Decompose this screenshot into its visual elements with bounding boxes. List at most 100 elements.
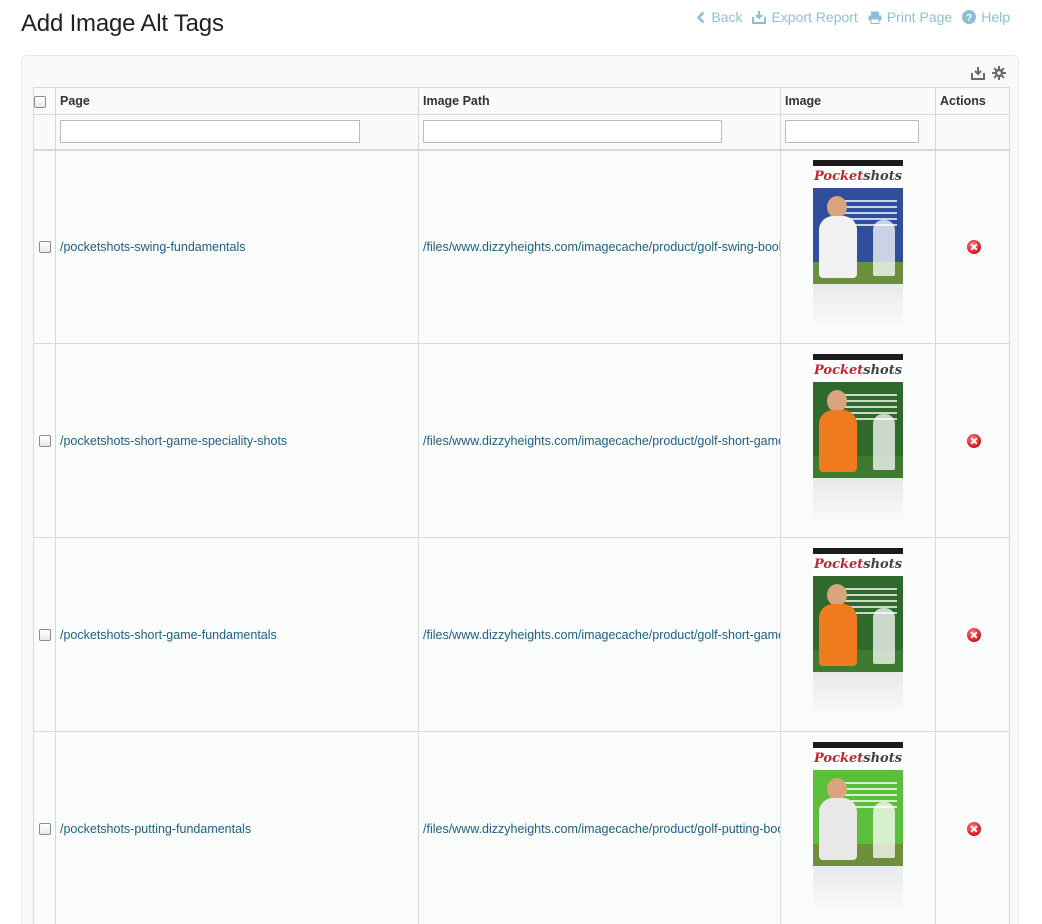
help-label: Help: [981, 9, 1010, 25]
column-header-image-path[interactable]: Image Path: [418, 87, 781, 115]
panel-tools: [971, 66, 1006, 80]
page-title: Add Image Alt Tags: [21, 10, 224, 37]
page-link[interactable]: /pocketshots-short-game-fundamentals: [60, 628, 277, 642]
column-header-page[interactable]: Page: [55, 87, 419, 115]
filter-image-input[interactable]: [785, 120, 919, 144]
cover-golfer: [819, 798, 857, 860]
help-icon: ?: [962, 10, 977, 24]
table-row: /pocketshots-short-game-fundamentals /fi…: [33, 537, 1010, 732]
page-cell: /pocketshots-short-game-speciality-shots: [55, 343, 419, 538]
image-path-link[interactable]: /files/www.dizzyheights.com/imagecache/p…: [423, 434, 780, 448]
cover-golfer: [819, 410, 857, 472]
cover-brand: Pocketshots: [813, 360, 903, 382]
delete-icon[interactable]: [966, 240, 981, 255]
row-select-cell: [33, 537, 56, 732]
delete-icon[interactable]: [966, 821, 981, 836]
actions-cell: [935, 343, 1010, 538]
row-checkbox[interactable]: [38, 823, 51, 836]
cover-subtitle-bar: [813, 188, 903, 197]
cover-golfer-silhouette: [873, 220, 895, 277]
cover-golfer-head: [827, 584, 847, 606]
product-thumbnail[interactable]: Pocketshots: [812, 160, 904, 331]
product-thumbnail[interactable]: Pocketshots: [812, 742, 904, 912]
print-page-label: Print Page: [886, 9, 953, 25]
image-cell: Pocketshots: [780, 537, 936, 732]
filter-row: [33, 114, 1010, 151]
page-cell: /pocketshots-short-game-fundamentals: [55, 537, 419, 732]
delete-icon[interactable]: [966, 433, 981, 448]
table-row: /pocketshots-swing-fundamentals /files/w…: [33, 149, 1010, 344]
cover-golfer-silhouette: [873, 802, 895, 858]
image-path-link[interactable]: /files/www.dizzyheights.com/imagecache/p…: [423, 822, 780, 836]
export-icon: [752, 11, 767, 24]
image-cell: Pocketshots: [780, 149, 936, 344]
image-cell: Pocketshots: [780, 731, 936, 924]
cover-reflection: [813, 478, 903, 524]
row-select-cell: [33, 343, 56, 538]
row-select-cell: [33, 149, 56, 344]
help-button[interactable]: ? Help: [962, 9, 1010, 25]
row-select-cell: [33, 731, 56, 924]
page-cell: /pocketshots-putting-fundamentals: [55, 731, 419, 924]
select-all-checkbox[interactable]: [34, 95, 46, 108]
actions-cell: [935, 149, 1010, 344]
cover-brand: Pocketshots: [813, 554, 903, 576]
cover-golfer-head: [827, 778, 847, 800]
export-report-label: Export Report: [771, 9, 858, 25]
column-header-image[interactable]: Image: [780, 87, 936, 115]
cover-golfer-head: [827, 390, 847, 412]
printer-icon: [868, 11, 882, 24]
filter-page-cell: [55, 114, 419, 151]
cover-brand: Pocketshots: [813, 166, 903, 189]
cover-subtitle-bar: [813, 382, 903, 390]
export-icon[interactable]: [971, 66, 985, 80]
cover-subtitle-bar: [813, 576, 903, 584]
image-path-cell: /files/www.dizzyheights.com/imagecache/p…: [418, 537, 781, 732]
image-path-cell: /files/www.dizzyheights.com/imagecache/p…: [418, 343, 781, 538]
filter-page-input[interactable]: [60, 120, 360, 144]
product-thumbnail[interactable]: Pocketshots: [812, 354, 904, 524]
delete-icon[interactable]: [966, 627, 981, 642]
print-page-button[interactable]: Print Page: [868, 9, 952, 25]
cover-golfer-silhouette: [873, 608, 895, 664]
book-cover-image: Pocketshots: [813, 354, 903, 478]
page-link[interactable]: /pocketshots-short-game-speciality-shots: [60, 434, 287, 448]
cover-golfer-silhouette: [873, 414, 895, 470]
cover-reflection: [813, 284, 903, 331]
table-row: /pocketshots-putting-fundamentals /files…: [33, 731, 1010, 924]
report-panel: Page Image Path Image Actions /pocketsho…: [21, 55, 1019, 924]
image-alt-table: Page Image Path Image Actions /pocketsho…: [33, 87, 1010, 924]
select-all-cell: [33, 87, 56, 115]
book-cover-image: Pocketshots: [813, 548, 903, 672]
back-label: Back: [711, 9, 743, 25]
image-path-link[interactable]: /files/www.dizzyheights.com/imagecache/p…: [423, 240, 780, 254]
filter-image-path-input[interactable]: [423, 120, 722, 144]
top-actions: Back Export Report Print Page ? Help: [686, 9, 1010, 25]
cover-reflection: [813, 672, 903, 718]
image-path-link[interactable]: /files/www.dizzyheights.com/imagecache/p…: [423, 628, 780, 642]
filter-image-cell: [780, 114, 936, 151]
cover-brand: Pocketshots: [813, 748, 903, 770]
header-row: Page Image Path Image Actions: [33, 87, 1010, 115]
table-row: /pocketshots-short-game-speciality-shots…: [33, 343, 1010, 538]
filter-actions-spacer: [935, 114, 1010, 151]
gear-icon[interactable]: [992, 66, 1006, 80]
page-link[interactable]: /pocketshots-putting-fundamentals: [60, 822, 251, 836]
image-cell: Pocketshots: [780, 343, 936, 538]
cover-golfer: [819, 604, 857, 666]
svg-text:?: ?: [966, 13, 972, 24]
row-checkbox[interactable]: [38, 435, 51, 448]
cover-golfer: [819, 216, 857, 279]
book-cover-image: Pocketshots: [813, 160, 903, 285]
row-checkbox[interactable]: [38, 241, 51, 254]
chevron-left-icon: [696, 11, 705, 23]
image-path-cell: /files/www.dizzyheights.com/imagecache/p…: [418, 149, 781, 344]
filter-image-path-cell: [418, 114, 781, 151]
product-thumbnail[interactable]: Pocketshots: [812, 548, 904, 718]
page-cell: /pocketshots-swing-fundamentals: [55, 149, 419, 344]
back-button[interactable]: Back: [696, 9, 742, 25]
page-link[interactable]: /pocketshots-swing-fundamentals: [60, 240, 246, 254]
row-checkbox[interactable]: [38, 629, 51, 642]
image-path-cell: /files/www.dizzyheights.com/imagecache/p…: [418, 731, 781, 924]
export-report-button[interactable]: Export Report: [752, 9, 858, 25]
